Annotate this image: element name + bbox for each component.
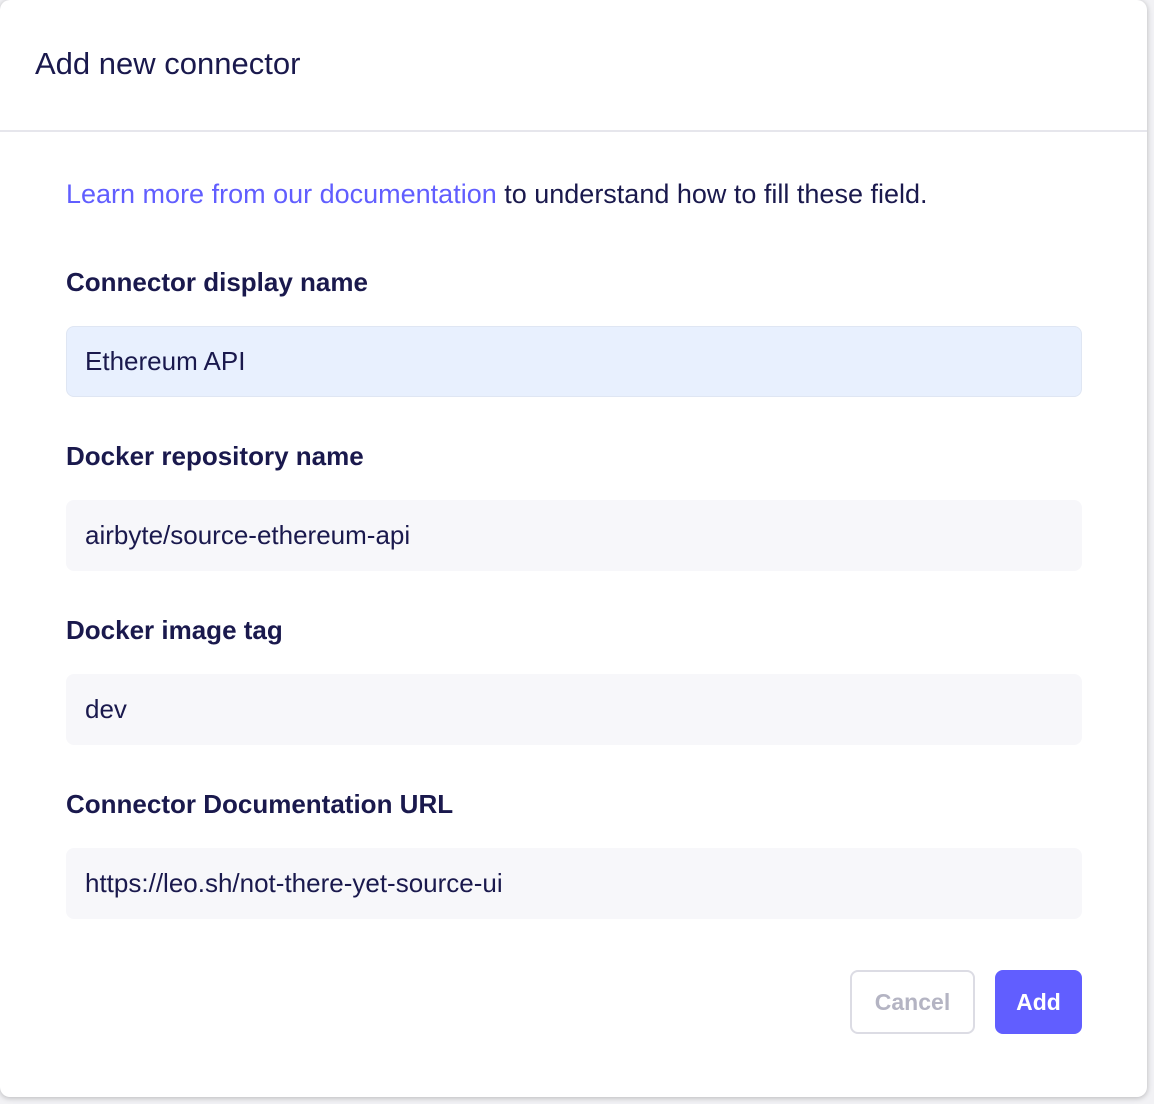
modal-title: Add new connector <box>35 46 301 81</box>
add-button[interactable]: Add <box>995 970 1082 1034</box>
display-name-label: Connector display name <box>66 267 368 297</box>
display-name-input[interactable] <box>66 326 1082 397</box>
documentation-url-label: Connector Documentation URL <box>66 789 454 819</box>
modal-header: Add new connector <box>0 0 1147 132</box>
docker-repository-input[interactable] <box>66 500 1082 571</box>
intro-text: Learn more from our documentation to und… <box>66 176 928 212</box>
add-connector-modal: Add new connector Learn more from our do… <box>0 0 1147 1097</box>
intro-rest-text: to understand how to fill these field. <box>496 179 928 209</box>
docker-image-tag-input[interactable] <box>66 674 1082 745</box>
cancel-button[interactable]: Cancel <box>850 970 975 1034</box>
documentation-link[interactable]: Learn more from our documentation <box>66 179 497 209</box>
docker-image-tag-label: Docker image tag <box>66 615 283 645</box>
docker-repository-label: Docker repository name <box>66 441 364 471</box>
documentation-url-input[interactable] <box>66 848 1082 919</box>
